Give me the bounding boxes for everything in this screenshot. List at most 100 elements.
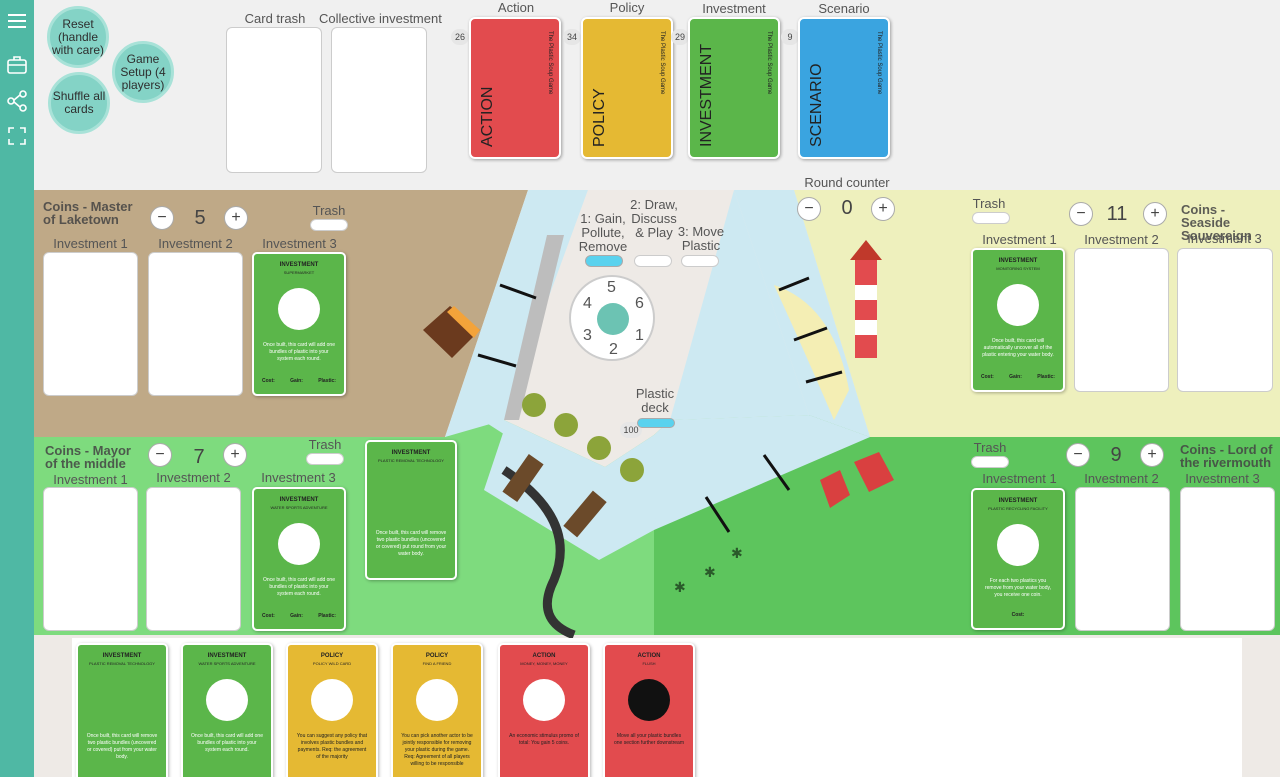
round-counter-value: 0 xyxy=(841,197,853,219)
river-inv2-slot[interactable] xyxy=(1075,487,1170,631)
plastic-removal-card[interactable]: INVESTMENT PLASTIC REMOVAL TECHNOLOGY On… xyxy=(365,440,457,580)
investment-deck[interactable]: The Plastic Soup Game INVESTMENT xyxy=(688,17,780,159)
scenario-deck[interactable]: The Plastic Soup Game SCENARIO xyxy=(798,17,890,159)
dial-number: 5 xyxy=(607,279,616,296)
laketown-inv2-label: Investment 2 xyxy=(158,236,233,251)
river-coins: 9 xyxy=(1110,444,1122,466)
collective-investment-slot[interactable] xyxy=(331,27,427,173)
phase-1-label: 1: Gain, Pollute, Remove xyxy=(578,211,628,254)
river-plus-button[interactable]: + xyxy=(1140,443,1164,467)
deck-title: INVESTMENT xyxy=(698,43,715,147)
supermarket-card[interactable]: INVESTMENT SUPERMARKET Once built, this … xyxy=(252,252,346,396)
middle-minus-button[interactable]: − xyxy=(148,443,172,467)
river-inv3-slot[interactable] xyxy=(1180,487,1275,631)
collective-investment-label: Collective investment xyxy=(319,11,442,26)
river-trash-label: Trash xyxy=(973,440,1007,455)
river-inv2-label: Investment 2 xyxy=(1084,471,1159,486)
hand-card-water-sports[interactable]: INVESTMENT WATER SPORTS ADVENTURE Once b… xyxy=(181,643,273,777)
phase-2-toggle[interactable] xyxy=(634,255,672,267)
deck-subtitle: The Plastic Soup Game xyxy=(876,31,882,95)
dial-number: 4 xyxy=(583,295,592,312)
share-icon[interactable] xyxy=(5,90,29,114)
hand-card-find-friend[interactable]: POLICY FIND A FRIEND You can pick anothe… xyxy=(391,643,483,777)
seaside-minus-button[interactable]: − xyxy=(1069,202,1093,226)
swirl-icon xyxy=(597,303,629,335)
deck-subtitle: The Plastic Soup Game xyxy=(766,31,772,95)
card-footer: Cost: Gain: Plastic: xyxy=(262,613,336,619)
phase-1-toggle[interactable] xyxy=(585,255,623,267)
seaside-inv1-label: Investment 1 xyxy=(982,232,1057,247)
card-title: FLUSH xyxy=(642,661,656,666)
reset-button[interactable]: Reset (handle with care) xyxy=(47,6,109,68)
game-setup-button[interactable]: Game Setup (4 players) xyxy=(112,41,174,103)
monitoring-system-card[interactable]: INVESTMENT MONITORING SYSTEM Once built,… xyxy=(971,248,1065,392)
laketown-inv2-slot[interactable] xyxy=(148,252,243,396)
phase-3-toggle[interactable] xyxy=(681,255,719,267)
action-deck[interactable]: The Plastic Soup Game ACTION xyxy=(469,17,561,159)
card-type: ACTION xyxy=(532,653,556,659)
river-trash-pile[interactable] xyxy=(971,456,1009,468)
investment-deck-label: Investment xyxy=(702,1,766,16)
river-inv1-label: Investment 1 xyxy=(982,471,1057,486)
round-plus-button[interactable]: + xyxy=(871,197,895,221)
laketown-minus-button[interactable]: − xyxy=(150,206,174,230)
laketown-trash-label: Trash xyxy=(312,203,346,218)
card-type: INVESTMENT xyxy=(279,262,319,268)
removal-tool-icon xyxy=(390,476,432,518)
middle-inv1-slot[interactable] xyxy=(43,487,138,631)
seaside-trash-pile[interactable] xyxy=(972,212,1010,224)
card-description: You can pick another actor to be jointly… xyxy=(401,733,473,767)
seaside-inv3-slot[interactable] xyxy=(1177,248,1273,392)
whirlpool-icon xyxy=(628,679,670,721)
laketown-inv1-slot[interactable] xyxy=(43,252,138,396)
card-type: INVESTMENT xyxy=(207,653,247,659)
card-title: SUPERMARKET xyxy=(283,270,315,275)
policy-deck[interactable]: The Plastic Soup Game POLICY xyxy=(581,17,673,159)
card-gain-label: Gain: xyxy=(1009,374,1022,380)
card-type: POLICY xyxy=(320,653,344,659)
fullscreen-icon[interactable] xyxy=(5,125,29,149)
shuffle-all-button[interactable]: Shuffle all cards xyxy=(48,72,110,134)
card-trash-slot[interactable] xyxy=(226,27,322,173)
laketown-trash-pile[interactable] xyxy=(310,219,348,231)
recycling-facility-card[interactable]: INVESTMENT PLASTIC RECYCLING FACILITY Fo… xyxy=(971,488,1065,630)
seaside-trash-label: Trash xyxy=(972,196,1006,211)
middle-plus-button[interactable]: + xyxy=(223,443,247,467)
card-cost-label: Cost: xyxy=(981,374,994,380)
seaside-inv2-slot[interactable] xyxy=(1074,248,1169,392)
seaside-inv3-label: Investment 3 xyxy=(1187,231,1262,246)
card-title: MONITORING SYSTEM xyxy=(996,266,1040,271)
card-plastic-label: Plastic: xyxy=(318,378,336,384)
card-description: For each two plastics you remove from yo… xyxy=(984,578,1052,598)
water-sports-card[interactable]: INVESTMENT WATER SPORTS ADVENTURE Once b… xyxy=(252,487,346,631)
scenario-deck-count: 9 xyxy=(781,29,799,45)
hand-card-money[interactable]: ACTION MONEY, MONEY, MONEY An economic s… xyxy=(498,643,590,777)
briefcase-icon[interactable] xyxy=(5,54,29,78)
card-title: WATER SPORTS ADVENTURE xyxy=(270,505,328,510)
laketown-plus-button[interactable]: + xyxy=(224,206,248,230)
turn-dial[interactable]: 5 6 1 2 3 4 xyxy=(569,275,655,361)
middle-inv2-slot[interactable] xyxy=(146,487,241,631)
river-minus-button[interactable]: − xyxy=(1066,443,1090,467)
card-description: Once built, this card will add one bundl… xyxy=(263,577,335,597)
seaside-coins: 11 xyxy=(1106,203,1128,225)
hand-card-policy-wild[interactable]: POLICY POLICY WILD CARD You can suggest … xyxy=(286,643,378,777)
card-type: INVESTMENT xyxy=(102,653,142,659)
card-type: INVESTMENT xyxy=(279,497,319,503)
friends-icon xyxy=(416,679,458,721)
seaside-plus-button[interactable]: + xyxy=(1143,202,1167,226)
middle-trash-pile[interactable] xyxy=(306,453,344,465)
card-cost-label: Cost: xyxy=(1011,612,1025,618)
hand-card-flush[interactable]: ACTION FLUSH Move all your plastic bundl… xyxy=(603,643,695,777)
card-footer: Cost: Gain: Plastic: xyxy=(262,378,336,384)
phase-3-label: 3: Move Plastic xyxy=(677,224,725,253)
card-description: Once built, this card will remove two pl… xyxy=(375,530,447,557)
menu-icon[interactable] xyxy=(5,10,29,34)
card-title: FIND A FRIEND xyxy=(422,661,452,666)
player-river-name: Coins - Lord of the rivermouth xyxy=(1180,442,1273,470)
plastic-deck-pile[interactable] xyxy=(637,418,675,428)
policy-deck-count: 34 xyxy=(563,29,581,45)
svg-text:✱: ✱ xyxy=(704,564,716,580)
round-minus-button[interactable]: − xyxy=(797,197,821,221)
hand-card-plastic-removal[interactable]: INVESTMENT PLASTIC REMOVAL TECHNOLOGY On… xyxy=(76,643,168,777)
